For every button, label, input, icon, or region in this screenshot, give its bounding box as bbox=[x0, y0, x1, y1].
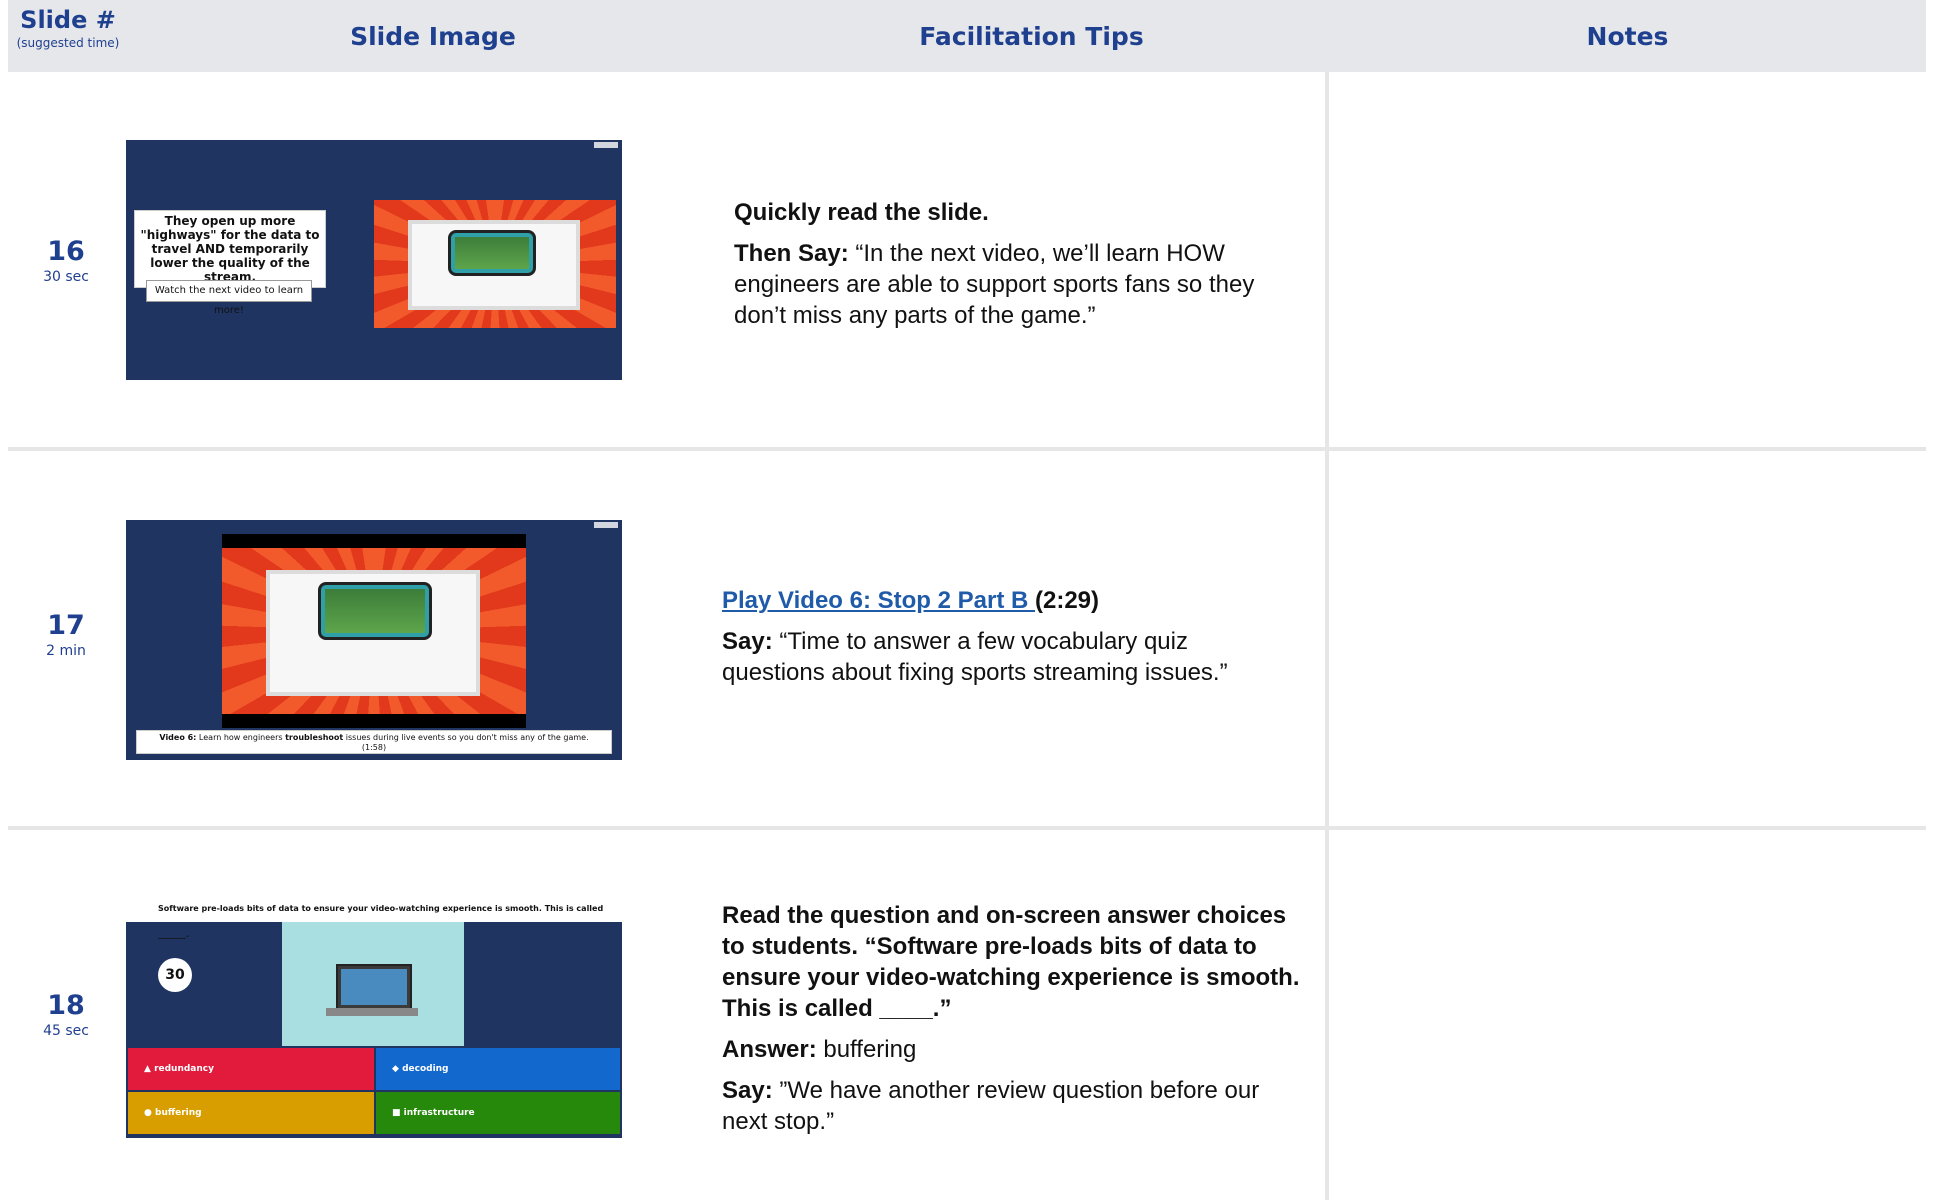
answer-label: infrastructure bbox=[403, 1108, 475, 1118]
phone-screen-image bbox=[448, 230, 536, 276]
tip-lead: Read the question and on-screen answer c… bbox=[722, 902, 1300, 1022]
whiteboard-image bbox=[266, 570, 480, 696]
caption-keyword: troubleshoot bbox=[285, 733, 344, 742]
slide-burst-background bbox=[374, 200, 616, 328]
quiz-question: Software pre-loads bits of data to ensur… bbox=[126, 896, 622, 939]
answer-redundancy: ▲ redundancy bbox=[128, 1048, 374, 1090]
row-divider bbox=[8, 826, 1926, 830]
whiteboard-image bbox=[408, 220, 580, 310]
tip-lead: Quickly read the slide. bbox=[734, 199, 989, 226]
answer-label: buffering bbox=[155, 1108, 202, 1118]
slide-watch-button: Watch the next video to learn more! bbox=[146, 280, 312, 316]
say-label: Say: bbox=[722, 1077, 773, 1104]
tip-say: Then Say: “In the next video, we’ll lear… bbox=[734, 238, 1294, 331]
header-slide-image: Slide Image bbox=[350, 21, 516, 51]
video-duration: (2:29) bbox=[1034, 587, 1100, 614]
slide-thumbnail-18: Software pre-loads bits of data to ensur… bbox=[126, 896, 622, 1138]
answer-text: buffering bbox=[816, 1036, 917, 1063]
slide-thumbnail-17: Video 6: Learn how engineers troubleshoo… bbox=[126, 520, 622, 760]
slide-number: 18 bbox=[47, 990, 85, 1021]
laptop-icon bbox=[336, 964, 412, 1010]
slide-number-18: 18 45 sec bbox=[8, 990, 124, 1039]
suggested-time: 45 sec bbox=[43, 1023, 89, 1039]
slide-text-box: They open up more "highways" for the dat… bbox=[134, 210, 326, 288]
say-text: ”We have another review question before … bbox=[722, 1077, 1260, 1135]
header-notes: Notes bbox=[1586, 21, 1669, 51]
answer-decoding: ◆ decoding bbox=[376, 1048, 620, 1090]
row-divider bbox=[8, 447, 1926, 451]
play-video-link[interactable]: Play Video 6: Stop 2 Part B bbox=[722, 587, 1035, 614]
say-label: Then Say: bbox=[734, 240, 849, 267]
laptop-base bbox=[326, 1008, 418, 1016]
facilitation-tips-17: Play Video 6: Stop 2 Part B (2:29) Say: … bbox=[722, 585, 1292, 698]
facilitation-tips-16: Quickly read the slide. Then Say: “In th… bbox=[734, 197, 1294, 341]
say-text: “Time to answer a few vocabulary quiz qu… bbox=[722, 628, 1228, 686]
answer-label: decoding bbox=[402, 1064, 449, 1074]
say-label: Say: bbox=[722, 628, 773, 655]
laptop-image bbox=[282, 922, 464, 1046]
caption-label: Video 6: bbox=[159, 733, 197, 742]
phone-screen-image bbox=[318, 582, 432, 640]
video-caption-bar: Video 6: Learn how engineers troubleshoo… bbox=[136, 730, 612, 754]
caption-text: Learn how engineers bbox=[196, 733, 286, 742]
header-slide-number: Slide # (suggested time) bbox=[8, 0, 128, 72]
tip-answer: Answer: buffering bbox=[722, 1034, 1302, 1065]
suggested-time: 30 sec bbox=[43, 269, 89, 285]
answer-label: Answer: bbox=[722, 1036, 817, 1063]
suggested-time: 2 min bbox=[46, 643, 86, 659]
slide-number-16: 16 30 sec bbox=[8, 236, 124, 285]
football-field-image bbox=[325, 589, 425, 633]
caption-text-end: issues during live events so you don't m… bbox=[343, 733, 589, 742]
slide-number-17: 17 2 min bbox=[8, 610, 124, 659]
tip-video: Play Video 6: Stop 2 Part B (2:29) bbox=[722, 585, 1292, 616]
video-burst-background bbox=[222, 548, 526, 714]
table-header: Slide # (suggested time) Slide Image Fac… bbox=[8, 0, 1926, 72]
video-player bbox=[222, 534, 526, 728]
answer-infrastructure: ■ infrastructure bbox=[376, 1092, 620, 1134]
slide-number: 17 bbox=[47, 610, 85, 641]
slide-controls bbox=[594, 522, 618, 528]
slide-thumbnail-16: They open up more "highways" for the dat… bbox=[126, 140, 622, 380]
slide-number: 16 bbox=[47, 236, 85, 267]
tip-say: Say: ”We have another review question be… bbox=[722, 1075, 1302, 1137]
header-slide-sublabel: (suggested time) bbox=[16, 36, 120, 50]
header-facilitation-tips: Facilitation Tips bbox=[919, 21, 1144, 51]
loading-screen bbox=[341, 969, 407, 1005]
header-slide-label: Slide # bbox=[20, 6, 116, 34]
quiz-timer: 30 bbox=[158, 958, 192, 992]
tip-say: Say: “Time to answer a few vocabulary qu… bbox=[722, 626, 1292, 688]
facilitation-tips-18: Read the question and on-screen answer c… bbox=[722, 900, 1302, 1147]
answer-buffering: ● buffering bbox=[128, 1092, 374, 1134]
football-field-image bbox=[455, 237, 529, 269]
caption-duration: (1:58) bbox=[361, 743, 387, 752]
slide-controls bbox=[594, 142, 618, 148]
answer-label: redundancy bbox=[154, 1064, 214, 1074]
notes-column-divider bbox=[1325, 72, 1329, 1200]
